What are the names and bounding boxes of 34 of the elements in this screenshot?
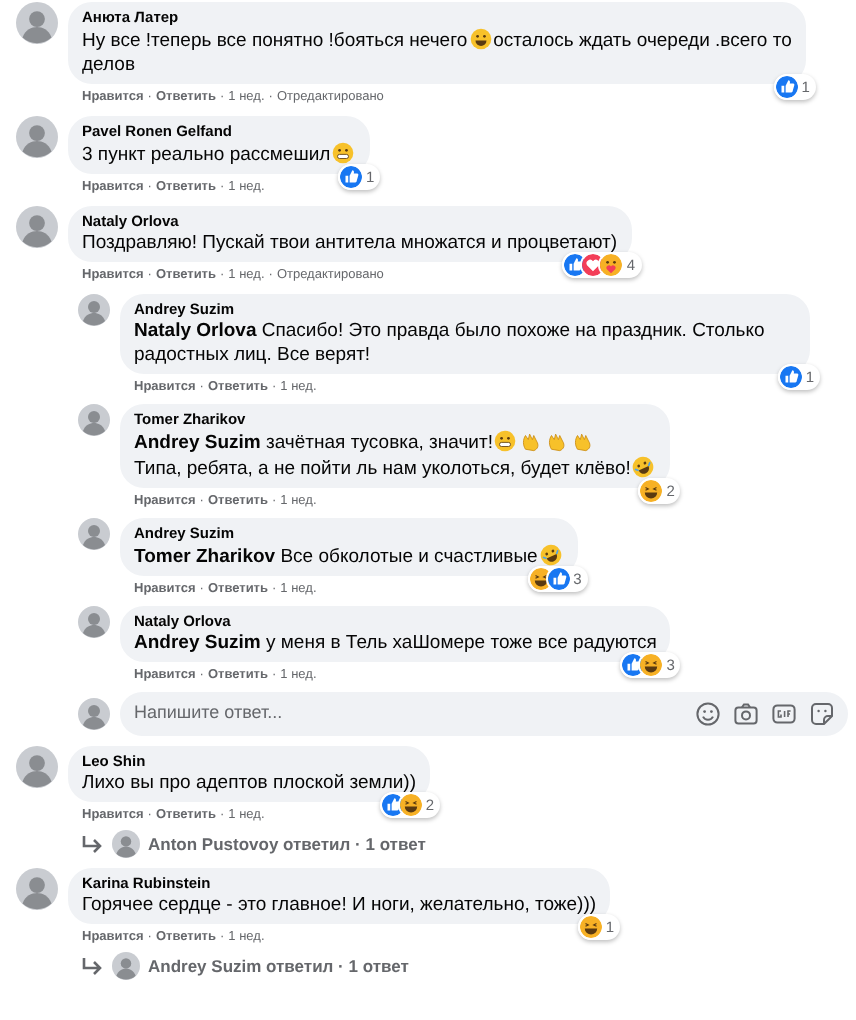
- avatar[interactable]: [16, 868, 58, 910]
- comment-text: Типа, ребята, а не пойти ль нам уколоться, будет клёво!: [134, 458, 631, 480]
- reply-arrow-icon: [82, 957, 104, 975]
- comment-text: Поздравляю! Пускай твои антитела множатся и процветают): [82, 232, 618, 254]
- avatar[interactable]: [78, 294, 110, 326]
- reply-input-field[interactable]: Напишите ответ...: [134, 700, 696, 728]
- comment-text: 3 пункт реально рассмешил: [82, 144, 331, 166]
- reply-arrow-icon: [82, 835, 104, 853]
- comment-text: Tomer Zharikov Все обколотые и счастливые: [134, 546, 538, 568]
- avatar[interactable]: [78, 518, 110, 550]
- avatar[interactable]: [16, 2, 58, 44]
- replies-link[interactable]: Andrey Suzim ответил · 1 ответ: [148, 953, 409, 979]
- comment-text: Лихо вы про адептов плоской земли)): [82, 772, 417, 794]
- camera-icon[interactable]: [734, 702, 758, 726]
- avatar[interactable]: [78, 698, 110, 730]
- comment-text: Andrey Suzim у меня в Тель хаШомере тоже все радуются: [134, 632, 657, 654]
- avatar[interactable]: [78, 404, 110, 436]
- avatar[interactable]: [16, 746, 58, 788]
- avatar[interactable]: [112, 830, 140, 858]
- avatar[interactable]: [78, 606, 110, 638]
- avatar[interactable]: [16, 116, 58, 158]
- reply-field[interactable]: Напишите ответ...: [120, 692, 848, 736]
- gif-icon[interactable]: [772, 702, 796, 726]
- replies-link[interactable]: Anton Pustovoy ответил · 1 ответ: [148, 831, 426, 857]
- comment-text: Andrey Suzim зачётная тусовка, значит!: [134, 432, 493, 454]
- comment-text: Ну все !теперь все понятно !бояться нечего: [82, 30, 468, 52]
- sticker-icon[interactable]: [810, 702, 834, 726]
- comment-text: Nataly Orlova Спасибо! Это правда было похоже на праздник. Столько радостных лиц. Все верят!: [134, 320, 765, 366]
- smiley-icon[interactable]: [696, 702, 720, 726]
- comment-text: делов: [82, 54, 135, 76]
- comment-text: осталось ждать очереди .всего то: [493, 30, 792, 52]
- avatar[interactable]: [16, 206, 58, 248]
- comment-text: Горячее сердце - это главное! И ноги, желательно, тоже))): [82, 894, 597, 916]
- avatar[interactable]: [112, 952, 140, 980]
